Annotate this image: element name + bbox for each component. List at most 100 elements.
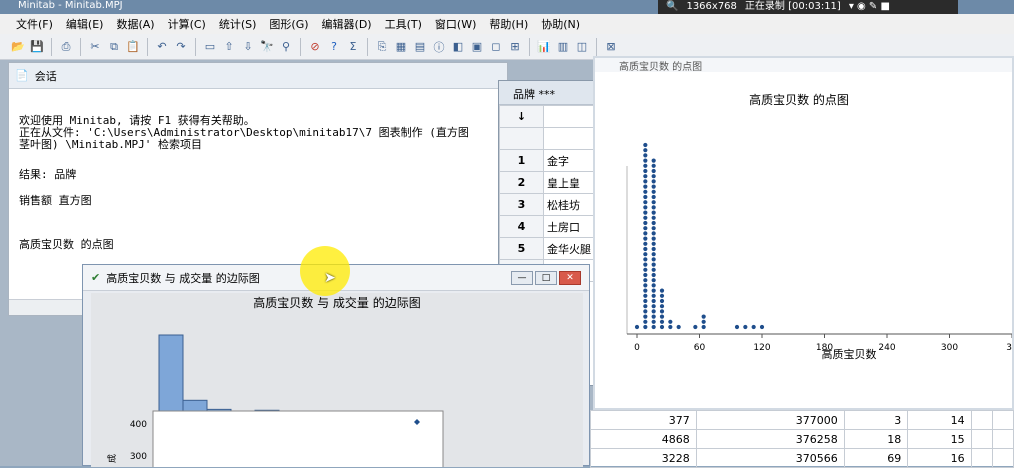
- data-point: [668, 324, 673, 330]
- worksheet-title: 品牌 ***: [499, 81, 597, 105]
- cell[interactable]: 15: [907, 429, 972, 449]
- close-graphs-icon[interactable]: ⊠: [603, 39, 619, 55]
- data-point: [643, 163, 648, 168]
- new-icon[interactable]: ◻: [488, 39, 504, 55]
- data-point: [643, 241, 648, 246]
- cell[interactable]: 土房口: [543, 215, 597, 238]
- menu-editor[interactable]: 编辑器(D): [322, 16, 372, 32]
- data-point: [651, 252, 656, 257]
- stat-guide-icon[interactable]: Σ: [345, 39, 361, 55]
- info-icon[interactable]: ⓘ: [431, 39, 447, 55]
- data-point: [759, 324, 765, 330]
- open-icon[interactable]: 📂: [10, 39, 26, 55]
- cell[interactable]: 金华火腿: [543, 237, 597, 260]
- cell[interactable]: 松桂坊: [543, 193, 597, 216]
- cell[interactable]: 14: [907, 410, 972, 430]
- window-icon[interactable]: ▭: [202, 39, 218, 55]
- menu-assist[interactable]: 协助(N): [541, 16, 580, 32]
- menu-file[interactable]: 文件(F): [16, 16, 53, 32]
- cell[interactable]: 69: [843, 448, 909, 468]
- help-icon[interactable]: ?: [326, 39, 342, 55]
- cell[interactable]: 金字: [543, 149, 597, 172]
- graph-icon[interactable]: ▤: [412, 39, 428, 55]
- data-point: [668, 319, 673, 324]
- maximize-button[interactable]: □: [535, 271, 557, 285]
- dotplot-window[interactable]: 高质宝贝数 的点图 高质宝贝数 的点图 06012018024030036 高质…: [593, 56, 1014, 410]
- cell[interactable]: 377: [590, 410, 697, 430]
- related-icon[interactable]: ⊞: [507, 39, 523, 55]
- minimize-button[interactable]: —: [511, 271, 533, 285]
- redo-icon[interactable]: ↷: [173, 39, 189, 55]
- data-point: [651, 267, 656, 272]
- data-point: [651, 319, 656, 324]
- cell[interactable]: 皇上皇: [543, 171, 597, 194]
- paste-icon[interactable]: 📋: [125, 39, 141, 55]
- table-row: 2 皇上皇: [499, 171, 597, 194]
- cell[interactable]: 4868: [590, 429, 697, 449]
- up-icon[interactable]: ⇧: [221, 39, 237, 55]
- data-point: [643, 288, 648, 293]
- data-point: [643, 153, 648, 158]
- menu-calc[interactable]: 计算(C): [168, 16, 206, 32]
- x-tick-label: 240: [878, 343, 895, 353]
- cancel-icon[interactable]: ⊘: [307, 39, 323, 55]
- worksheet-icon[interactable]: ▦: [393, 39, 409, 55]
- x-tick-label: 0: [634, 343, 640, 353]
- print-icon[interactable]: ⎙: [58, 39, 74, 55]
- session-header: 📄 会话: [9, 63, 507, 89]
- graph-window-icon: ✔: [91, 271, 101, 284]
- recorder-controls-icon[interactable]: ▾ ◉ ✎ ■: [849, 0, 890, 14]
- column-header[interactable]: [543, 105, 597, 128]
- data-point: [643, 324, 648, 330]
- report-icon[interactable]: ▣: [469, 39, 485, 55]
- data-point: [643, 262, 648, 267]
- cell[interactable]: 16: [907, 448, 972, 468]
- cell[interactable]: 377000: [695, 410, 845, 430]
- menu-window[interactable]: 窗口(W): [435, 16, 476, 32]
- marginal-plot-window[interactable]: ✔ 高质宝贝数 与 成交量 的边际图 — □ ✕ 高质宝贝数 与 成交量 的边际…: [82, 264, 590, 467]
- cut-icon[interactable]: ✂: [87, 39, 103, 55]
- data-point: [643, 246, 648, 252]
- cell[interactable]: [970, 410, 993, 430]
- history-icon[interactable]: ◧: [450, 39, 466, 55]
- panel-icon[interactable]: ◫: [574, 39, 590, 55]
- layout-icon[interactable]: ▥: [555, 39, 571, 55]
- cell[interactable]: 376258: [695, 429, 845, 449]
- data-point: [651, 158, 656, 163]
- cell[interactable]: 370566: [695, 448, 845, 468]
- undo-icon[interactable]: ↶: [154, 39, 170, 55]
- copy-icon[interactable]: ⧉: [106, 39, 122, 55]
- cell[interactable]: 3: [843, 410, 909, 430]
- cell[interactable]: [991, 410, 1014, 430]
- data-point: [634, 324, 640, 330]
- menu-stat[interactable]: 统计(S): [219, 16, 257, 32]
- column-header-arrow[interactable]: ↓: [499, 105, 544, 128]
- data-point: [643, 210, 648, 215]
- session-item: 销售额 直方图: [19, 194, 92, 207]
- save-icon[interactable]: 💾: [29, 39, 45, 55]
- cell[interactable]: 3228: [590, 448, 697, 468]
- recorder-bar: 🔍 1366x768 正在录制 [00:03:11] ▾ ◉ ✎ ■: [658, 0, 958, 14]
- find-icon[interactable]: 🔭: [259, 39, 275, 55]
- cell[interactable]: [970, 429, 993, 449]
- menu-edit[interactable]: 编辑(E): [66, 16, 104, 32]
- data-point: [651, 304, 656, 309]
- replace-icon[interactable]: ⚲: [278, 39, 294, 55]
- menu-graph[interactable]: 图形(G): [269, 16, 308, 32]
- cell[interactable]: [991, 448, 1014, 468]
- cell[interactable]: 18: [843, 429, 909, 449]
- cell[interactable]: [991, 429, 1014, 449]
- data-point: [651, 215, 656, 220]
- data-point: [643, 309, 648, 314]
- down-icon[interactable]: ⇩: [240, 39, 256, 55]
- cell[interactable]: [970, 448, 993, 468]
- data-point: [659, 288, 665, 293]
- menu-data[interactable]: 数据(A): [116, 16, 154, 32]
- menu-tools[interactable]: 工具(T): [385, 16, 422, 32]
- menu-help[interactable]: 帮助(H): [489, 16, 528, 32]
- close-button[interactable]: ✕: [559, 271, 581, 285]
- data-point: [643, 158, 648, 163]
- chart-icon[interactable]: 📊: [536, 39, 552, 55]
- table-row: ↓: [499, 105, 597, 128]
- session-icon[interactable]: ⎘: [374, 39, 390, 55]
